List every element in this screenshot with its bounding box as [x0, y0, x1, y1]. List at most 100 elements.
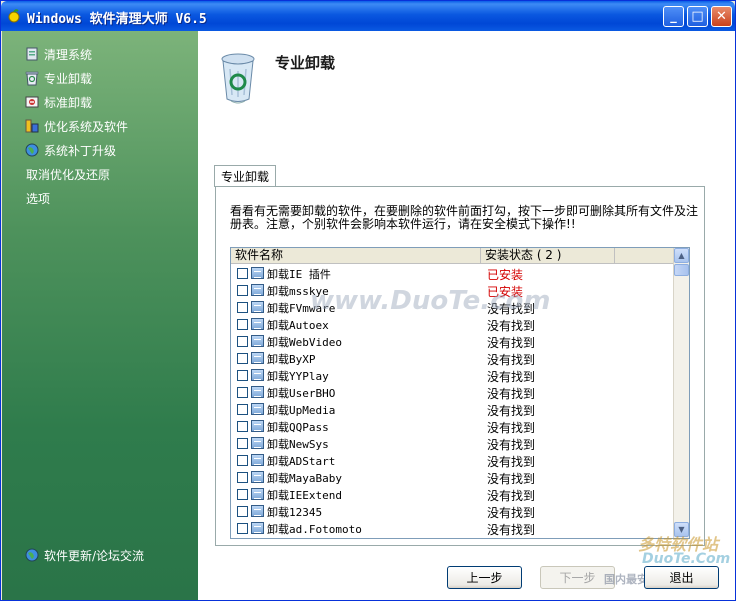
software-list[interactable]: 软件名称 安装状态 ( 2 ) 卸载IE 插件 已安装 卸载msskye 已安装 卸载F… — [230, 247, 690, 539]
row-checkbox[interactable] — [237, 489, 248, 500]
application-icon — [251, 386, 264, 398]
app-logo-icon — [8, 9, 20, 23]
list-rows: 卸载IE 插件 已安装 卸载msskye 已安装 卸载FVmware 没有找到 卸载Auto… — [231, 265, 675, 537]
window-title: Windows 软件清理大师 V6.5 — [27, 12, 207, 27]
sidebar-link-update-forum[interactable]: 软件更新/论坛交流 — [24, 546, 144, 564]
sidebar-item-clean-system[interactable]: 清理系统 — [24, 45, 92, 63]
table-row[interactable]: 卸载Autoex 没有找到 — [231, 316, 675, 333]
row-checkbox[interactable] — [237, 302, 248, 313]
close-button[interactable]: ✕ — [711, 6, 732, 27]
column-header-empty — [615, 248, 675, 264]
table-row[interactable]: 卸载FVmware 没有找到 — [231, 299, 675, 316]
row-checkbox[interactable] — [237, 404, 248, 415]
application-icon — [251, 522, 264, 534]
table-row[interactable]: 卸载QQPass 没有找到 — [231, 418, 675, 435]
sidebar-item-standard-uninstall[interactable]: 标准卸载 — [24, 93, 92, 111]
table-row[interactable]: 卸载ad.Fotomoto 没有找到 — [231, 520, 675, 537]
row-install-status: 没有找到 — [487, 421, 536, 435]
column-header-status[interactable]: 安装状态 ( 2 ) — [481, 248, 615, 264]
row-checkbox[interactable] — [237, 438, 248, 449]
row-software-name: 卸载QQPass — [267, 421, 329, 434]
row-software-name: 卸载ByXP — [267, 353, 316, 366]
application-icon — [251, 284, 264, 296]
sidebar-item-label: 专业卸载 — [44, 71, 93, 86]
row-checkbox[interactable] — [237, 319, 248, 330]
row-checkbox[interactable] — [237, 421, 248, 432]
maximize-button[interactable]: □ — [687, 6, 708, 27]
sidebar-item-pro-uninstall[interactable]: 专业卸载 — [24, 69, 92, 87]
row-install-status: 没有找到 — [487, 370, 536, 384]
table-row[interactable]: 卸载UpMedia 没有找到 — [231, 401, 675, 418]
tab-panel: 看看有无需要卸载的软件，在要删除的软件前面打勾，按下一步即可删除其所有文件及注册… — [215, 186, 705, 546]
sidebar-item-label: 优化系统及软件 — [44, 119, 129, 134]
title-bar[interactable]: Windows 软件清理大师 V6.5 _ □ ✕ — [1, 1, 735, 31]
table-row[interactable]: 卸载MayaBaby 没有找到 — [231, 469, 675, 486]
exit-button[interactable]: 退出 — [644, 566, 719, 589]
row-checkbox[interactable] — [237, 268, 248, 279]
row-software-name: 卸载IE 插件 — [267, 268, 331, 281]
vertical-scrollbar[interactable]: ▲ ▼ — [673, 248, 689, 538]
table-row[interactable]: 卸载12345 没有找到 — [231, 503, 675, 520]
table-row[interactable]: 卸载ByXP 没有找到 — [231, 350, 675, 367]
row-install-status: 没有找到 — [487, 472, 536, 486]
sidebar-item-label: 取消优化及还原 — [26, 167, 111, 182]
row-checkbox[interactable] — [237, 387, 248, 398]
table-row[interactable]: 卸载ADStart 没有找到 — [231, 452, 675, 469]
row-software-name: 卸载IEExtend — [267, 489, 342, 502]
row-software-name: 卸载FVmware — [267, 302, 336, 315]
application-icon — [251, 488, 264, 500]
application-icon — [251, 301, 264, 313]
sidebar-item-label: 标准卸载 — [44, 95, 93, 110]
table-row[interactable]: 卸载UserBHO 没有找到 — [231, 384, 675, 401]
minimize-button[interactable]: _ — [663, 6, 684, 27]
row-install-status: 没有找到 — [487, 438, 536, 452]
scroll-up-button[interactable]: ▲ — [674, 248, 689, 263]
sidebar-item-patch-upgrade[interactable]: 系统补丁升级 — [24, 141, 116, 159]
column-header-name[interactable]: 软件名称 — [231, 248, 481, 264]
row-software-name: 卸载MayaBaby — [267, 472, 342, 485]
watermark-corner-en: DuoTe.Com — [642, 551, 731, 567]
row-checkbox[interactable] — [237, 506, 248, 517]
uninstall-icon — [25, 96, 39, 108]
row-checkbox[interactable] — [237, 285, 248, 296]
globe-icon — [25, 143, 39, 157]
sidebar-item-optimize[interactable]: 优化系统及软件 — [24, 117, 128, 135]
row-software-name: 卸载NewSys — [267, 438, 329, 451]
recycle-bin-icon — [25, 71, 39, 86]
row-install-status: 没有找到 — [487, 353, 536, 367]
row-install-status: 没有找到 — [487, 489, 536, 503]
row-software-name: 卸载YYPlay — [267, 370, 329, 383]
row-checkbox[interactable] — [237, 370, 248, 381]
table-row[interactable]: 卸载msskye 已安装 — [231, 282, 675, 299]
next-button[interactable]: 下一步 — [540, 566, 615, 589]
scroll-down-button[interactable]: ▼ — [674, 522, 689, 537]
table-row[interactable]: 卸载IEExtend 没有找到 — [231, 486, 675, 503]
row-software-name: 卸载12345 — [267, 506, 323, 519]
row-install-status: 没有找到 — [487, 506, 536, 520]
row-checkbox[interactable] — [237, 472, 248, 483]
sidebar-item-undo-restore[interactable]: 取消优化及还原 — [26, 165, 110, 183]
sidebar-item-options[interactable]: 选项 — [26, 189, 50, 207]
table-row[interactable]: 卸载IE 插件 已安装 — [231, 265, 675, 282]
table-row[interactable]: 卸载YYPlay 没有找到 — [231, 367, 675, 384]
tab-pro-uninstall[interactable]: 专业卸载 — [214, 165, 277, 187]
optimize-icon — [25, 119, 39, 133]
application-icon — [251, 420, 264, 432]
row-checkbox[interactable] — [237, 455, 248, 466]
row-checkbox[interactable] — [237, 353, 248, 364]
row-install-status: 已安装 — [487, 268, 524, 282]
row-install-status: 没有找到 — [487, 336, 536, 350]
row-checkbox[interactable] — [237, 336, 248, 347]
scroll-thumb[interactable] — [674, 264, 689, 276]
page-title: 专业卸载 — [275, 54, 336, 72]
row-software-name: 卸载WebVideo — [267, 336, 342, 349]
prev-button[interactable]: 上一步 — [447, 566, 522, 589]
row-checkbox[interactable] — [237, 523, 248, 534]
row-install-status: 没有找到 — [487, 523, 536, 537]
application-icon — [251, 505, 264, 517]
globe-icon — [25, 548, 39, 562]
table-row[interactable]: 卸载NewSys 没有找到 — [231, 435, 675, 452]
table-row[interactable]: 卸载WebVideo 没有找到 — [231, 333, 675, 350]
row-install-status: 没有找到 — [487, 319, 536, 333]
row-software-name: 卸载ADStart — [267, 455, 336, 468]
